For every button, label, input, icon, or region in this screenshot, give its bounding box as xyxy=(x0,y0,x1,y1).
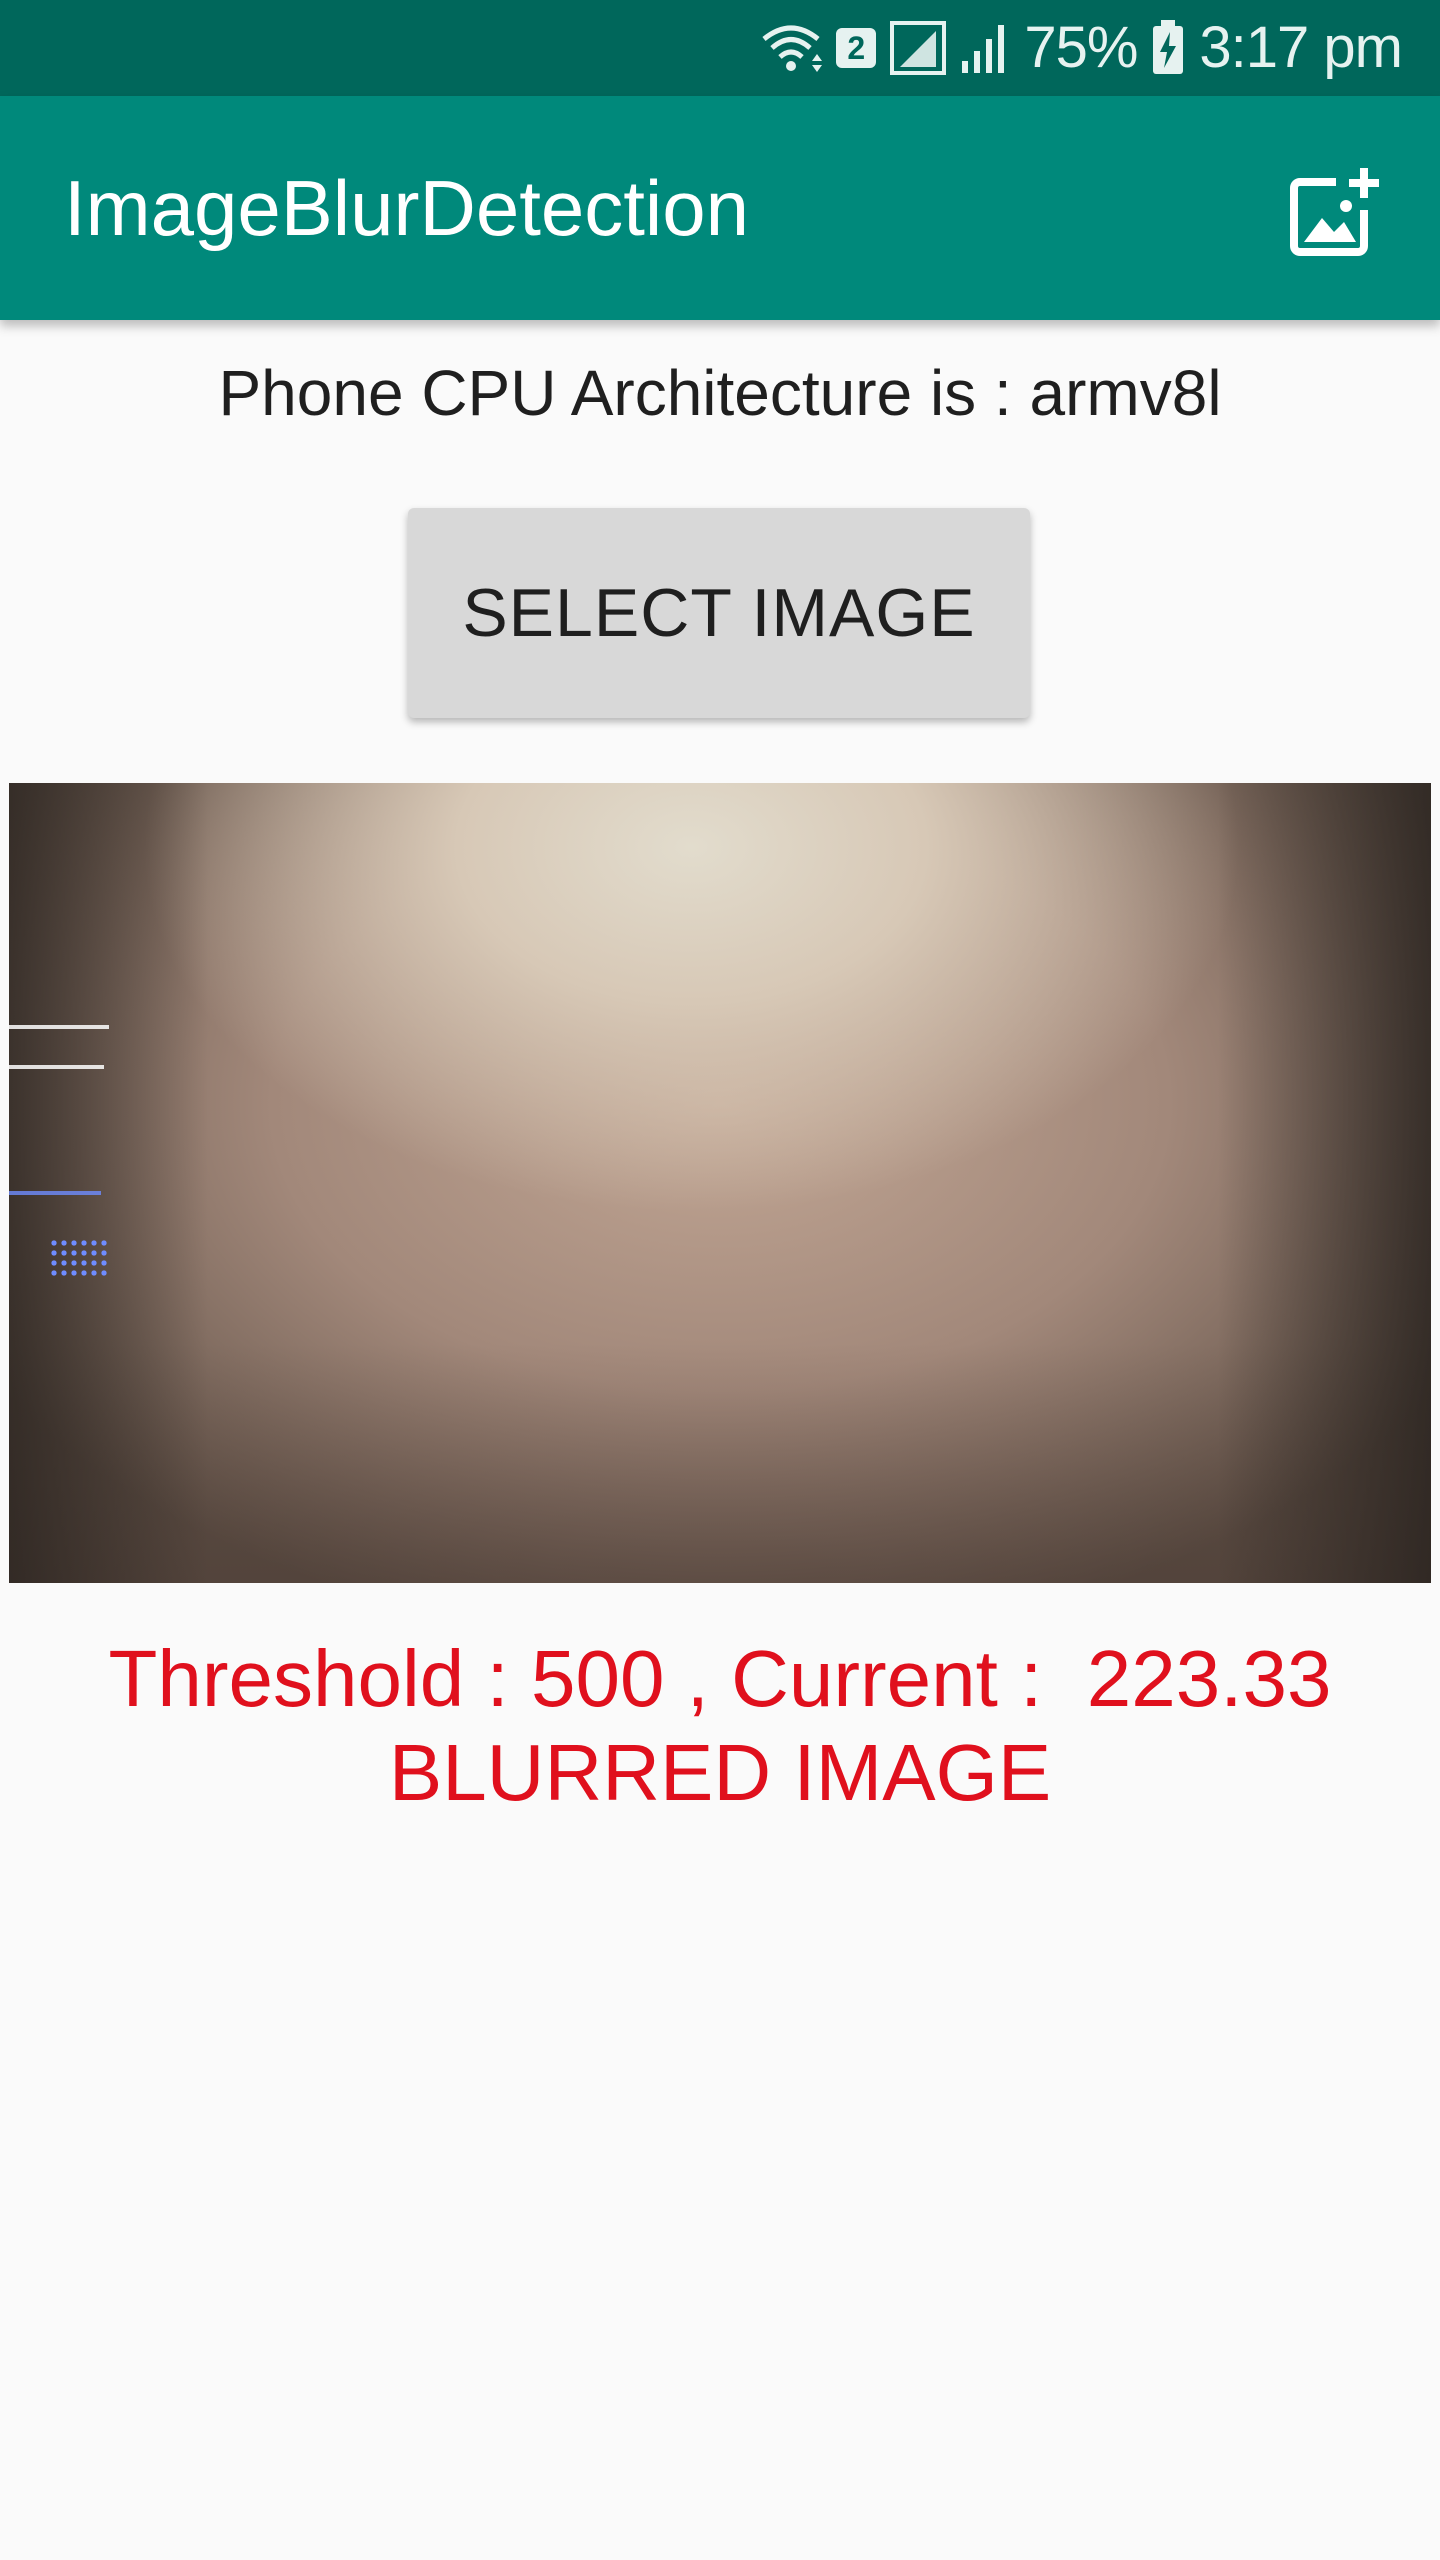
selected-image-preview xyxy=(9,783,1431,1583)
signal-icon xyxy=(890,21,947,75)
signal-icon-2 xyxy=(960,21,1010,75)
cpu-architecture-text: Phone CPU Architecture is : armv8l xyxy=(218,357,1222,429)
light-streak xyxy=(9,1191,101,1195)
select-image-button[interactable]: SELECT IMAGE xyxy=(408,508,1030,718)
light-streak xyxy=(9,1025,109,1029)
threshold-result-text: Threshold : 500 , Current : 223.33 xyxy=(108,1634,1332,1723)
app-bar: ImageBlurDetection xyxy=(0,96,1440,320)
sim-slot-badge: 2 xyxy=(836,28,877,68)
status-bar: 2 75% 3:17 pm xyxy=(0,0,1440,96)
battery-charging-icon xyxy=(1151,20,1185,76)
wifi-icon xyxy=(760,21,823,75)
add-photo-button[interactable] xyxy=(1284,162,1384,262)
blur-verdict-text: BLURRED IMAGE xyxy=(388,1728,1052,1817)
app-title: ImageBlurDetection xyxy=(64,164,750,252)
add-photo-icon xyxy=(1290,168,1379,256)
battery-percent: 75% xyxy=(1024,15,1138,80)
clock: 3:17 pm xyxy=(1199,15,1403,80)
light-streak xyxy=(9,1065,104,1069)
blue-lights xyxy=(49,1238,109,1278)
